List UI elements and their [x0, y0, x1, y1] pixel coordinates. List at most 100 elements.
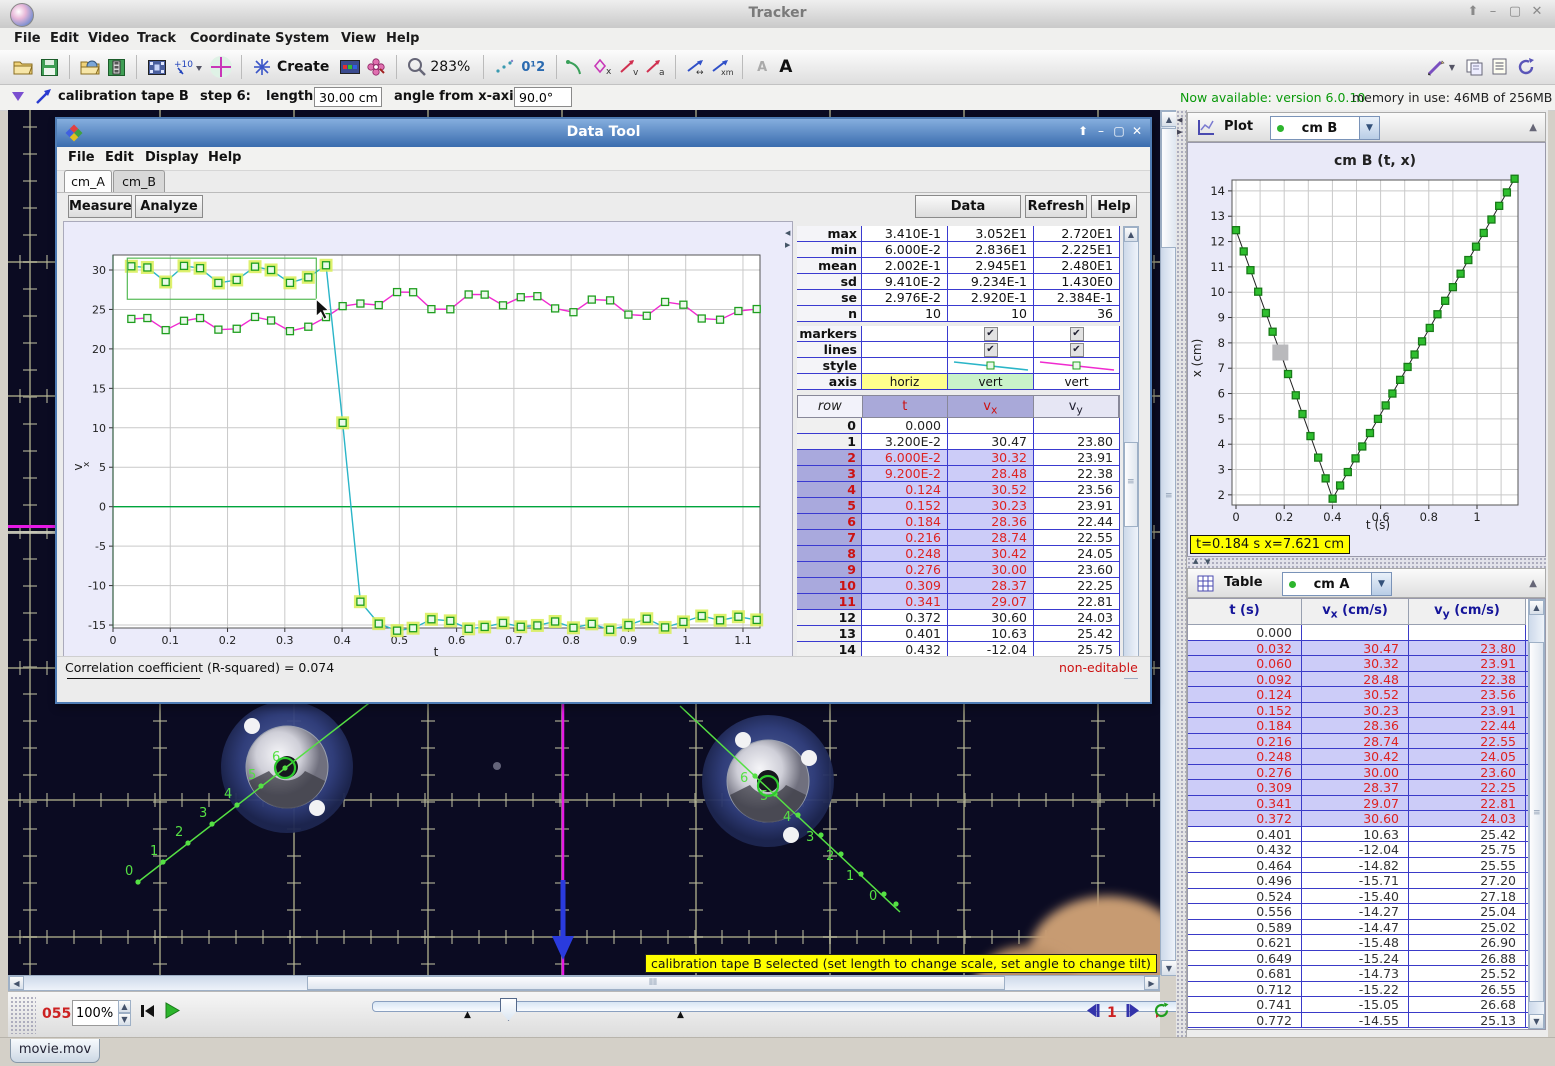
font-smaller-button[interactable]: A [757, 60, 767, 75]
cell-t[interactable]: 0.276 [862, 562, 948, 577]
cell[interactable]: 0.276 [1188, 765, 1302, 780]
cell-vy[interactable]: 22.55 [1034, 530, 1120, 545]
cell[interactable]: -14.55 [1302, 1013, 1409, 1028]
checkbox-checked-icon[interactable]: ✔ [984, 327, 998, 341]
cell[interactable]: 24.05 [1409, 749, 1526, 764]
cell[interactable]: 0.152 [1188, 703, 1302, 718]
style-swatch[interactable] [1038, 359, 1116, 373]
video-vscrollbar[interactable]: ▲ ≡ ▼ [1160, 110, 1176, 975]
cell[interactable]: 25.02 [1409, 920, 1526, 935]
cell[interactable]: 0.060 [1188, 656, 1302, 671]
refresh-icon[interactable] [1513, 54, 1539, 80]
cell[interactable]: 30.60 [1302, 811, 1409, 826]
menu-view[interactable]: View [337, 30, 380, 47]
cell[interactable]: 0.032 [1188, 641, 1302, 656]
dt-menu-file[interactable]: File [68, 150, 95, 165]
angle-field[interactable] [514, 87, 572, 107]
clip-settings-icon[interactable] [144, 54, 170, 80]
maximize-icon[interactable]: ▢ [1110, 124, 1128, 138]
table-row[interactable]: 0.000 [1188, 625, 1545, 641]
checkbox-checked-icon[interactable]: ✔ [1070, 327, 1084, 341]
cell[interactable]: 10.63 [1302, 827, 1409, 842]
menu-video[interactable]: Video [84, 30, 133, 47]
plot-panel-body[interactable]: 23456789101112131400.20.40.60.81cm B (t,… [1187, 142, 1546, 557]
cell[interactable]: 0.184 [1188, 718, 1302, 733]
drawing-tool-dropdown-icon[interactable]: ▼ [1449, 63, 1455, 72]
close-icon[interactable]: ✕ [1527, 4, 1547, 19]
autotracker-icon[interactable] [363, 54, 389, 80]
player-drag-handle[interactable] [10, 996, 36, 1034]
cell[interactable]: 22.55 [1409, 734, 1526, 749]
table-row[interactable]: 26.000E-230.3223.91 [797, 450, 1120, 466]
cell-vy[interactable]: 22.81 [1034, 594, 1120, 609]
maximize-icon[interactable]: ▢ [1505, 4, 1525, 19]
cell[interactable]: 0.649 [1188, 951, 1302, 966]
table-row[interactable]: 0.18428.3622.44 [1188, 718, 1545, 734]
cell[interactable]: 28.48 [1302, 672, 1409, 687]
cell[interactable]: 0.524 [1188, 889, 1302, 904]
cell-vy[interactable]: 23.91 [1034, 498, 1120, 513]
axis-row-cell[interactable]: vert [948, 374, 1034, 389]
style-row-cell[interactable] [1034, 358, 1120, 373]
cell[interactable]: 22.81 [1409, 796, 1526, 811]
create-icon[interactable] [249, 54, 275, 80]
data-builder-button[interactable]: Data Builder... [915, 195, 1021, 218]
cell[interactable]: -15.24 [1302, 951, 1409, 966]
cell[interactable]: 25.04 [1409, 904, 1526, 919]
cell[interactable]: 26.90 [1409, 935, 1526, 950]
scroll-up-icon[interactable]: ▲ [1161, 111, 1177, 127]
collapse-plot-icon[interactable]: ▲ [1529, 122, 1537, 133]
in-point-marker[interactable]: ▲ [464, 1010, 471, 1020]
cell-vx[interactable]: 30.60 [948, 610, 1034, 625]
style-row-cell[interactable] [948, 358, 1034, 373]
table-row[interactable]: 0.772-14.5525.13 [1188, 1013, 1545, 1029]
velocity-icon[interactable]: v [616, 54, 642, 80]
table-row[interactable]: 80.24830.4224.05 [797, 546, 1120, 562]
vscroll-thumb[interactable] [1161, 128, 1177, 248]
cell-vy[interactable]: 23.91 [1034, 450, 1120, 465]
table-row[interactable]: 50.15230.2323.91 [797, 498, 1120, 514]
restore-icon[interactable]: ⬆ [1074, 124, 1092, 138]
table-row[interactable]: 40.12430.5223.56 [797, 482, 1120, 498]
zoom-level[interactable]: 283% [430, 59, 470, 75]
table-row[interactable]: 0.649-15.2426.88 [1188, 951, 1545, 967]
cell-vx[interactable]: 28.48 [948, 466, 1034, 481]
pane-collapse-right-icon[interactable]: ▶ [785, 241, 790, 249]
table-vscrollbar[interactable]: ▲ ≡ ▼ [1528, 599, 1545, 1029]
player-slider-thumb[interactable] [500, 998, 517, 1021]
cell-t[interactable]: 0.248 [862, 546, 948, 561]
column-header[interactable]: vx [948, 396, 1033, 417]
tape-icon[interactable] [34, 87, 54, 111]
cell-vx[interactable]: 30.32 [948, 450, 1034, 465]
cell[interactable]: 26.88 [1409, 951, 1526, 966]
dt-menu-help[interactable]: Help [208, 150, 241, 165]
axis-row-cell[interactable]: vert [1034, 374, 1120, 389]
cell[interactable]: 23.56 [1409, 687, 1526, 702]
table-row[interactable]: 0.30928.3722.25 [1188, 780, 1545, 796]
cell[interactable]: 30.23 [1302, 703, 1409, 718]
path-icon[interactable] [564, 54, 590, 80]
cell[interactable]: 25.75 [1409, 842, 1526, 857]
cell[interactable]: 0.000 [1188, 625, 1302, 640]
table-row[interactable]: 100.30928.3722.25 [797, 578, 1120, 594]
cell-vx[interactable]: 30.42 [948, 546, 1034, 561]
loop-button[interactable] [1152, 1001, 1171, 1024]
cell-t[interactable]: 0.372 [862, 610, 948, 625]
scroll-down-icon[interactable]: ▼ [1529, 1014, 1544, 1029]
dt-menu-edit[interactable]: Edit [105, 150, 134, 165]
cell-vy[interactable]: 24.05 [1034, 546, 1120, 561]
cell[interactable]: 27.20 [1409, 873, 1526, 888]
collapse-table-icon[interactable]: ▲ [1529, 578, 1537, 589]
table-row[interactable]: 0.524-15.4027.18 [1188, 889, 1545, 905]
column-header[interactable]: vx (cm/s) [1302, 599, 1409, 625]
tab-movie[interactable]: movie.mov [10, 1039, 100, 1063]
table-row[interactable]: 0.09228.4822.38 [1188, 672, 1545, 688]
cell-t[interactable]: 0.401 [862, 626, 948, 641]
plot-track-dropdown[interactable]: cm B ▼ [1270, 116, 1380, 140]
cell-vx[interactable]: 30.47 [948, 434, 1034, 449]
cell[interactable]: 0.464 [1188, 858, 1302, 873]
menu-help[interactable]: Help [382, 30, 423, 47]
table-row[interactable]: 0.712-15.2226.55 [1188, 982, 1545, 998]
dt-help-button[interactable]: Help [1091, 195, 1137, 218]
axis-row-cell[interactable]: horiz [862, 374, 948, 389]
